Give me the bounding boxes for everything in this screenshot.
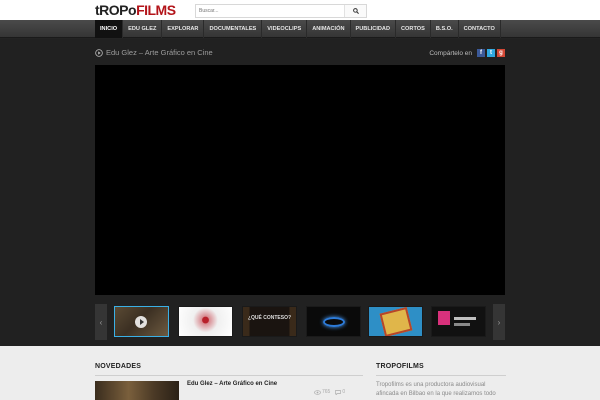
comments-count: 0	[335, 389, 345, 395]
nav-item-animación[interactable]: ANIMACIÓN	[307, 20, 351, 38]
search-box	[195, 4, 367, 18]
carousel-thumb[interactable]	[114, 306, 169, 337]
carousel-thumb[interactable]	[178, 306, 233, 337]
about-text: Tropofilms es una productora audiovisual…	[376, 382, 496, 397]
nav-items: INICIO EDU GLEZ EXPLORAR DOCUMENTALES VIDEOC…	[95, 20, 501, 38]
video-section: Edu Glez – Arte Gráfico en Cine Compárte…	[0, 39, 600, 346]
carousel-thumb[interactable]	[431, 306, 486, 337]
video-title[interactable]: Edu Glez – Arte Gráfico en Cine	[106, 48, 213, 57]
nav-item-b-s-o[interactable]: B.S.O.	[431, 20, 459, 38]
post-title[interactable]: Edu Glez – Arte Gráfico en Cine	[187, 381, 277, 387]
main-nav: INICIO EDU GLEZ EXPLORAR DOCUMENTALES VIDEOC…	[0, 20, 600, 38]
logo-part-2: FILMS	[136, 2, 176, 18]
google-plus-icon[interactable]: g	[497, 49, 505, 57]
nav-item-contacto[interactable]: CONTACTO	[459, 20, 501, 38]
content-section: NOVEDADES Edu Glez – Arte Gráfico en Cin…	[0, 346, 600, 400]
search-input[interactable]	[196, 5, 346, 17]
chevron-right-icon: ›	[497, 317, 501, 327]
nav-item-explorar[interactable]: EXPLORAR	[162, 20, 205, 38]
video-title-row: Edu Glez – Arte Gráfico en Cine Compárte…	[95, 47, 505, 59]
search-button[interactable]	[344, 5, 366, 17]
thumb-caption: ¿QUÉ CONTESO?	[247, 315, 292, 321]
post-thumbnail[interactable]	[95, 381, 179, 400]
views-value: 765	[322, 389, 331, 395]
carousel-thumb[interactable]: ¿QUÉ CONTESO?	[242, 306, 297, 337]
thumb-graphic	[438, 311, 450, 325]
search-icon	[352, 8, 359, 14]
twitter-icon[interactable]: t	[487, 49, 495, 57]
post-stats: 765 0	[314, 389, 350, 395]
video-player[interactable]	[95, 65, 505, 295]
carousel-next-button[interactable]: ›	[493, 304, 505, 340]
nav-item-publicidad[interactable]: PUBLICIDAD	[351, 20, 397, 38]
divider	[376, 375, 506, 376]
novedades-heading: NOVEDADES	[95, 363, 142, 370]
play-circle-icon	[95, 49, 103, 57]
video-carousel: ‹ ¿QUÉ CONTESO? ›	[95, 304, 505, 340]
nav-item-videoclips[interactable]: VIDEOCLIPS	[262, 20, 308, 38]
carousel-thumb[interactable]	[306, 306, 361, 337]
thumb-graphic	[454, 323, 470, 326]
nav-item-inicio[interactable]: INICIO	[95, 20, 124, 38]
carousel-prev-button[interactable]: ‹	[95, 304, 107, 340]
thumb-graphic	[454, 317, 476, 320]
thumb-graphic	[379, 307, 413, 336]
views-count: 765	[314, 389, 330, 395]
share-label: Compártelo en	[429, 49, 472, 57]
chevron-left-icon: ‹	[99, 317, 103, 327]
site-logo[interactable]: tROPoFILMS	[95, 2, 176, 18]
eye-icon	[314, 389, 321, 395]
divider	[95, 375, 363, 376]
facebook-icon[interactable]: f	[477, 49, 485, 57]
carousel-thumb[interactable]	[368, 306, 423, 337]
nav-item-cortos[interactable]: CORTOS	[396, 20, 431, 38]
comment-icon	[335, 389, 342, 395]
nav-item-documentales[interactable]: DOCUMENTALES	[204, 20, 263, 38]
thumb-graphic	[323, 317, 345, 327]
logo-part-1: tROPo	[95, 2, 137, 18]
play-icon	[135, 316, 147, 328]
top-header: tROPoFILMS	[0, 0, 600, 20]
tropofilms-heading: TROPOFILMS	[376, 363, 424, 370]
share-bar: Compártelo en f t g	[429, 47, 505, 59]
nav-item-edu-glez[interactable]: EDU GLEZ	[123, 20, 163, 38]
comments-value: 0	[342, 389, 346, 395]
